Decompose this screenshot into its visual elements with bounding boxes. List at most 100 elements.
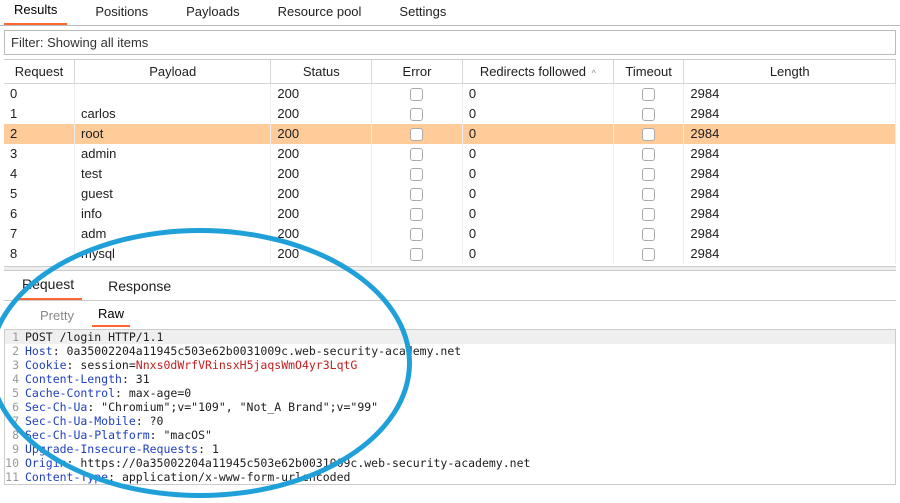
table-cell: 2984: [684, 164, 896, 184]
table-cell: 4: [4, 164, 75, 184]
table-cell: 2984: [684, 224, 896, 244]
raw-line: 5Cache-Control: max-age=0: [5, 386, 895, 400]
col-header-redirects[interactable]: Redirects followed ^: [462, 60, 613, 84]
line-text: Host: 0a35002204a11945c503e62b0031009c.w…: [25, 344, 895, 358]
error-checkbox[interactable]: [410, 88, 423, 101]
timeout-checkbox[interactable]: [642, 168, 655, 181]
table-cell: 2984: [684, 204, 896, 224]
table-cell: 2984: [684, 184, 896, 204]
timeout-checkbox[interactable]: [642, 148, 655, 161]
table-cell: 0: [462, 224, 613, 244]
table-cell: [372, 84, 463, 104]
tab-payloads[interactable]: Payloads: [176, 0, 249, 25]
raw-line: 9Upgrade-Insecure-Requests: 1: [5, 442, 895, 456]
sort-ascending-icon: ^: [592, 68, 596, 78]
line-text: Content-Length: 31: [25, 372, 895, 386]
table-row[interactable]: 020002984: [4, 84, 896, 104]
line-number: 7: [5, 414, 25, 428]
col-header-payload[interactable]: Payload: [75, 60, 271, 84]
timeout-checkbox[interactable]: [642, 108, 655, 121]
raw-line: 11Content-Type: application/x-www-form-u…: [5, 470, 895, 484]
table-cell: 200: [271, 224, 372, 244]
timeout-checkbox[interactable]: [642, 128, 655, 141]
table-cell: adm: [75, 224, 271, 244]
table-cell: 0: [462, 124, 613, 144]
table-row[interactable]: 2root20002984: [4, 124, 896, 144]
table-row[interactable]: 7adm200 0 2984: [4, 224, 896, 244]
table-row[interactable]: 4test20002984: [4, 164, 896, 184]
tab-results[interactable]: Results: [4, 0, 67, 25]
table-cell: 5: [4, 184, 75, 204]
error-checkbox[interactable]: [410, 148, 423, 161]
table-cell: 200: [271, 84, 372, 104]
error-checkbox[interactable]: [410, 228, 423, 241]
line-text: Content-Type: application/x-www-form-url…: [25, 470, 895, 484]
table-cell: 2984: [684, 84, 896, 104]
tab-resource-pool[interactable]: Resource pool: [268, 0, 372, 25]
tab-raw[interactable]: Raw: [92, 302, 130, 327]
line-number: 6: [5, 400, 25, 414]
tab-response[interactable]: Response: [100, 272, 179, 300]
error-checkbox[interactable]: [410, 188, 423, 201]
table-row[interactable]: 6info20002984: [4, 204, 896, 224]
table-cell: 2984: [684, 244, 896, 264]
table-row[interactable]: 3admin20002984: [4, 144, 896, 164]
col-header-request[interactable]: Request: [4, 60, 75, 84]
line-text: Upgrade-Insecure-Requests: 1: [25, 442, 895, 456]
col-header-error[interactable]: Error: [372, 60, 463, 84]
error-checkbox[interactable]: [410, 128, 423, 141]
table-row[interactable]: 5guest20002984: [4, 184, 896, 204]
view-tabs: Pretty Raw: [4, 303, 896, 327]
table-cell: 1: [4, 104, 75, 124]
timeout-checkbox[interactable]: [642, 248, 655, 261]
line-text: POST /login HTTP/1.1: [25, 330, 895, 344]
line-number: 2: [5, 344, 25, 358]
results-table: Request Payload Status Error Redirects f…: [4, 59, 896, 264]
raw-line: 1POST /login HTTP/1.1: [5, 330, 895, 344]
table-cell: 7: [4, 224, 75, 244]
tab-positions[interactable]: Positions: [85, 0, 158, 25]
line-number: 5: [5, 386, 25, 400]
tab-request[interactable]: Request: [14, 270, 82, 300]
table-cell: [372, 204, 463, 224]
table-cell: 200: [271, 164, 372, 184]
table-cell: [613, 84, 684, 104]
raw-line: 10Origin: https://0a35002204a11945c503e6…: [5, 456, 895, 470]
raw-line: 3Cookie: session=Nnxs0dWrfVRinsxH5jaqsWm…: [5, 358, 895, 372]
col-header-timeout[interactable]: Timeout: [613, 60, 684, 84]
filter-bar[interactable]: Filter: Showing all items: [4, 30, 896, 55]
error-checkbox[interactable]: [410, 168, 423, 181]
table-cell: info: [75, 204, 271, 224]
error-checkbox[interactable]: [410, 248, 423, 261]
error-checkbox[interactable]: [410, 208, 423, 221]
col-header-length[interactable]: Length: [684, 60, 896, 84]
timeout-checkbox[interactable]: [642, 188, 655, 201]
timeout-checkbox[interactable]: [642, 208, 655, 221]
error-checkbox[interactable]: [410, 108, 423, 121]
table-cell: 200: [271, 104, 372, 124]
table-cell: admin: [75, 144, 271, 164]
table-cell: test: [75, 164, 271, 184]
col-header-redirects-label: Redirects followed: [480, 64, 586, 79]
timeout-checkbox[interactable]: [642, 228, 655, 241]
table-cell: [613, 164, 684, 184]
raw-request-editor[interactable]: 1POST /login HTTP/1.12Host: 0a35002204a1…: [4, 329, 896, 485]
line-number: 3: [5, 358, 25, 372]
table-cell: 6: [4, 204, 75, 224]
col-header-status[interactable]: Status: [271, 60, 372, 84]
table-cell: 2984: [684, 144, 896, 164]
table-cell: 0: [4, 84, 75, 104]
line-number: 8: [5, 428, 25, 442]
table-row[interactable]: 8mysql20002984: [4, 244, 896, 264]
timeout-checkbox[interactable]: [642, 88, 655, 101]
tab-settings[interactable]: Settings: [389, 0, 456, 25]
table-cell: 200: [271, 184, 372, 204]
top-tabs: Results Positions Payloads Resource pool…: [0, 0, 900, 26]
tab-pretty[interactable]: Pretty: [34, 304, 80, 327]
raw-line: 2Host: 0a35002204a11945c503e62b0031009c.…: [5, 344, 895, 358]
table-row[interactable]: 1carlos20002984: [4, 104, 896, 124]
line-text: Cookie: session=Nnxs0dWrfVRinsxH5jaqsWmO…: [25, 358, 895, 372]
table-cell: 2984: [684, 104, 896, 124]
table-cell: 0: [462, 204, 613, 224]
table-cell: [75, 84, 271, 104]
